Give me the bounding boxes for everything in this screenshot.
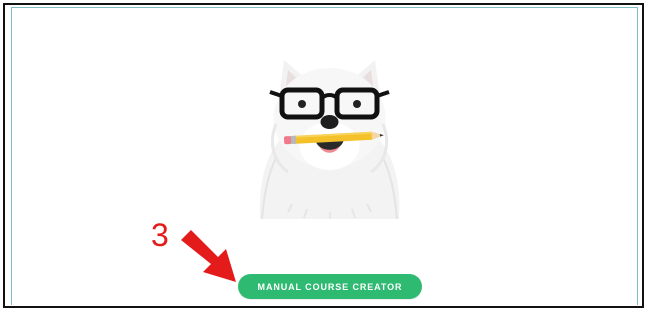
red-arrow-pointer-icon [181, 230, 236, 282]
manual-course-creator-button[interactable]: MANUAL COURSE CREATOR [238, 274, 422, 299]
samoyed-dog-mascot-icon [259, 60, 400, 219]
step-number-annotation: 3 [151, 217, 169, 253]
